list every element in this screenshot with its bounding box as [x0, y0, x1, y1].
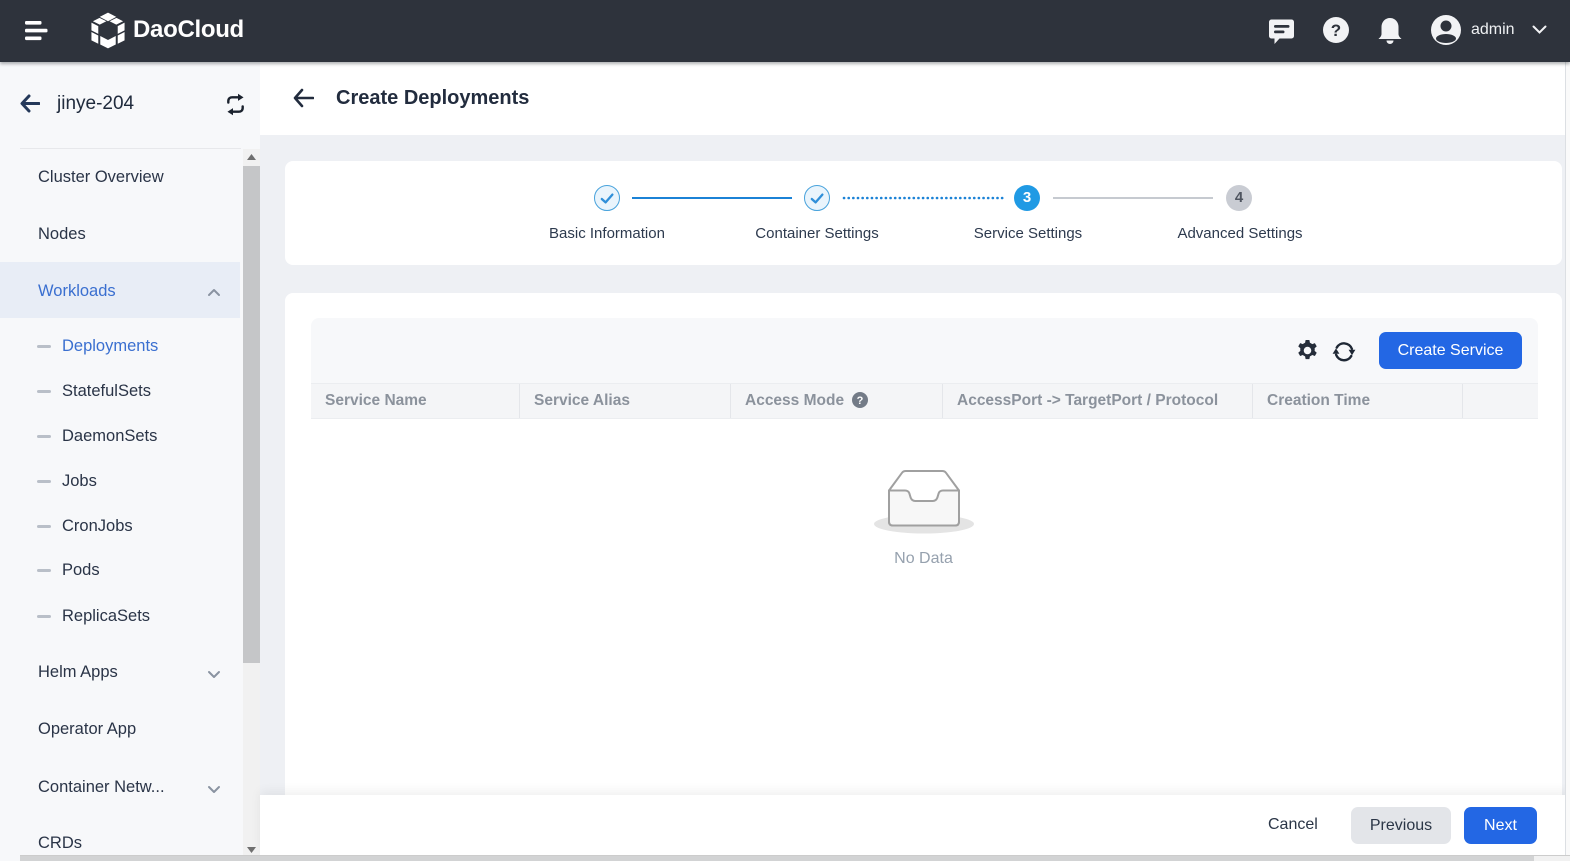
svg-text:?: ? [1331, 21, 1341, 40]
svg-text:?: ? [857, 395, 864, 407]
